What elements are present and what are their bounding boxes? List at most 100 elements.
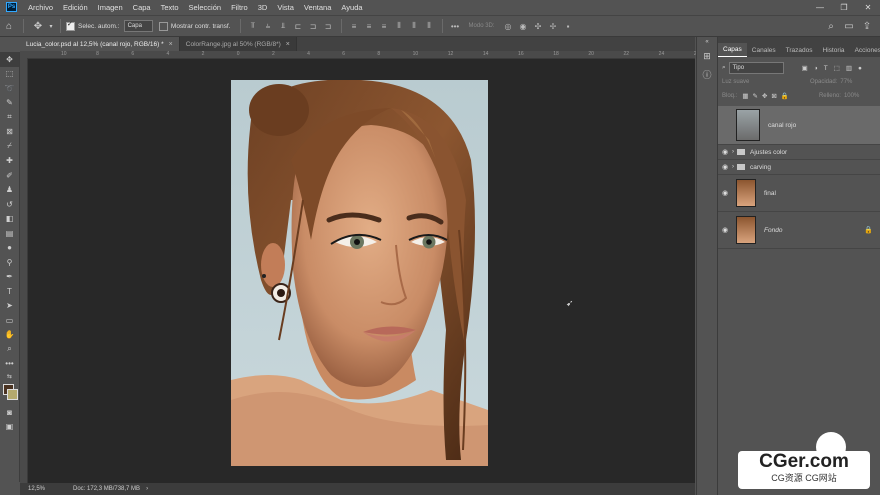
photoshop-logo-icon[interactable]: Ps (6, 2, 17, 12)
tab-historia[interactable]: Historia (818, 44, 850, 57)
menu-capa[interactable]: Capa (128, 3, 156, 12)
distribute-center-icon[interactable]: ⦀ (408, 20, 421, 33)
scale-3d-icon[interactable]: ▪ (562, 20, 575, 33)
filter-type-icon[interactable]: T (824, 65, 828, 72)
pen-tool-icon[interactable]: ✒ (0, 270, 19, 285)
lock-artboard-icon[interactable]: ⊠ (771, 92, 776, 100)
history-panel-icon[interactable]: ⊞ (697, 47, 717, 65)
menu-ventana[interactable]: Ventana (299, 3, 337, 12)
eye-icon[interactable]: ◉ (718, 226, 732, 234)
distribute-left-icon[interactable]: ⦀ (393, 20, 406, 33)
distribute-top-icon[interactable]: ≡ (348, 20, 361, 33)
menu-ayuda[interactable]: Ayuda (336, 3, 367, 12)
filter-pixel-icon[interactable]: ▣ (802, 64, 808, 72)
stamp-tool-icon[interactable]: ♟ (0, 183, 19, 198)
zoom-tool-icon[interactable]: ⌕ (0, 342, 19, 357)
search-icon[interactable]: ⌕ (822, 17, 840, 35)
tab-capas[interactable]: Capas (718, 43, 747, 57)
ruler-vertical[interactable] (20, 58, 28, 483)
path-select-tool-icon[interactable]: ➤ (0, 299, 19, 314)
distribute-bottom-icon[interactable]: ≡ (378, 20, 391, 33)
align-right-icon[interactable]: ⊐ (322, 20, 335, 33)
fill-value[interactable]: 100% (844, 93, 859, 99)
share-icon[interactable]: ⇪ (858, 17, 876, 35)
lock-all-icon[interactable]: 🔒 (781, 92, 789, 100)
info-panel-icon[interactable]: ⓘ (697, 65, 717, 83)
tab-trazados[interactable]: Trazados (781, 44, 818, 57)
orbit-3d-icon[interactable]: ◎ (502, 20, 515, 33)
tab-colorrange[interactable]: ColorRange.jpg al 50% (RGB/8*) × (179, 37, 297, 51)
menu-texto[interactable]: Texto (156, 3, 184, 12)
layer-filter-dropdown[interactable]: Tipo (728, 62, 784, 74)
close-icon[interactable]: × (286, 41, 290, 48)
screen-mode-icon[interactable]: ▣ (0, 420, 19, 435)
eyedropper-tool-icon[interactable]: ⌿ (0, 139, 19, 154)
background-color-swatch[interactable] (7, 389, 18, 400)
workspace-icon[interactable]: ▭ (840, 17, 858, 35)
filter-toggle-icon[interactable]: ● (858, 65, 862, 72)
gradient-tool-icon[interactable]: ▤ (0, 226, 19, 241)
menu-3d[interactable]: 3D (253, 3, 273, 12)
dodge-tool-icon[interactable]: ⚲ (0, 255, 19, 270)
menu-seleccion[interactable]: Selección (184, 3, 227, 12)
type-tool-icon[interactable]: T (0, 284, 19, 299)
lock-pixels-icon[interactable]: ▦ (742, 92, 748, 100)
filter-smart-object-icon[interactable]: ▥ (846, 64, 852, 72)
align-center-icon[interactable]: ⊐ (307, 20, 320, 33)
roll-3d-icon[interactable]: ◉ (517, 20, 530, 33)
menu-imagen[interactable]: Imagen (93, 3, 128, 12)
layer-carving[interactable]: ◉ › carving (718, 160, 880, 175)
quick-select-tool-icon[interactable]: ✎ (0, 96, 19, 111)
chevron-right-icon[interactable]: › (732, 149, 734, 155)
swap-colors-icon[interactable]: ⇆ (0, 371, 19, 381)
restore-icon[interactable]: ❐ (832, 0, 856, 14)
healing-brush-tool-icon[interactable]: ✚ (0, 154, 19, 169)
layer-ajustes-color[interactable]: ◉ › Ajustes color (718, 145, 880, 160)
pan-3d-icon[interactable]: ✣ (532, 20, 545, 33)
ruler-horizontal[interactable]: 10864202468101214161820222426 (27, 51, 699, 59)
chevron-right-icon[interactable]: › (146, 486, 148, 492)
tab-lucia-color[interactable]: Lucia_color.psd al 12,5% (canal rojo, RG… (20, 37, 180, 51)
auto-select-checkbox[interactable] (66, 20, 75, 31)
transform-controls-checkbox[interactable] (158, 21, 168, 31)
lasso-tool-icon[interactable]: ➰ (0, 81, 19, 96)
menu-archivo[interactable]: Archivo (23, 3, 58, 12)
layer-fondo[interactable]: ◉ Fondo 🔒 (718, 212, 880, 249)
minimize-icon[interactable]: — (808, 0, 832, 14)
close-icon[interactable]: × (169, 41, 173, 48)
brush-tool-icon[interactable]: ✐ (0, 168, 19, 183)
hand-tool-icon[interactable]: ✋ (0, 328, 19, 343)
layer-final[interactable]: ◉ final (718, 175, 880, 212)
align-bottom-icon[interactable]: ⫫ (277, 20, 290, 33)
move-tool-icon[interactable]: ✥ (0, 52, 19, 67)
menu-edicion[interactable]: Edición (58, 3, 93, 12)
tab-acciones[interactable]: Acciones (850, 44, 880, 57)
align-left-icon[interactable]: ⊏ (292, 20, 305, 33)
eye-icon[interactable]: ◉ (718, 148, 732, 156)
chevron-down-icon[interactable]: ▾ (47, 17, 55, 35)
menu-filtro[interactable]: Filtro (226, 3, 253, 12)
lock-move-icon[interactable]: ✥ (762, 92, 767, 100)
opacity-value[interactable]: 77% (840, 79, 852, 85)
more-options-icon[interactable]: ••• (449, 20, 462, 33)
filter-adjustment-icon[interactable]: ◑ (814, 65, 818, 72)
menu-vista[interactable]: Vista (272, 3, 299, 12)
blend-mode-dropdown[interactable]: Luz suave (722, 79, 810, 85)
distribute-right-icon[interactable]: ⦀ (423, 20, 436, 33)
move-tool-icon[interactable]: ✥ (29, 17, 47, 35)
chevron-right-icon[interactable]: › (732, 164, 734, 170)
marquee-tool-icon[interactable]: ⬚ (0, 67, 19, 82)
layer-canal-rojo[interactable]: canal rojo (718, 106, 880, 145)
lock-paint-icon[interactable]: ✎ (753, 92, 758, 100)
align-middle-icon[interactable]: ⫨ (262, 20, 275, 33)
eye-icon[interactable]: ◉ (718, 189, 732, 197)
collapse-panels-icon[interactable]: « (697, 37, 717, 47)
tab-canales[interactable]: Canales (747, 44, 781, 57)
frame-tool-icon[interactable]: ⊠ (0, 125, 19, 140)
auto-select-dropdown[interactable]: Capa (123, 20, 153, 32)
align-top-icon[interactable]: ⫪ (247, 20, 260, 33)
distribute-middle-icon[interactable]: ≡ (363, 20, 376, 33)
zoom-level[interactable]: 12,5% (28, 486, 45, 492)
crop-tool-icon[interactable]: ⌗ (0, 110, 19, 125)
home-icon[interactable]: ⌂ (0, 17, 18, 35)
